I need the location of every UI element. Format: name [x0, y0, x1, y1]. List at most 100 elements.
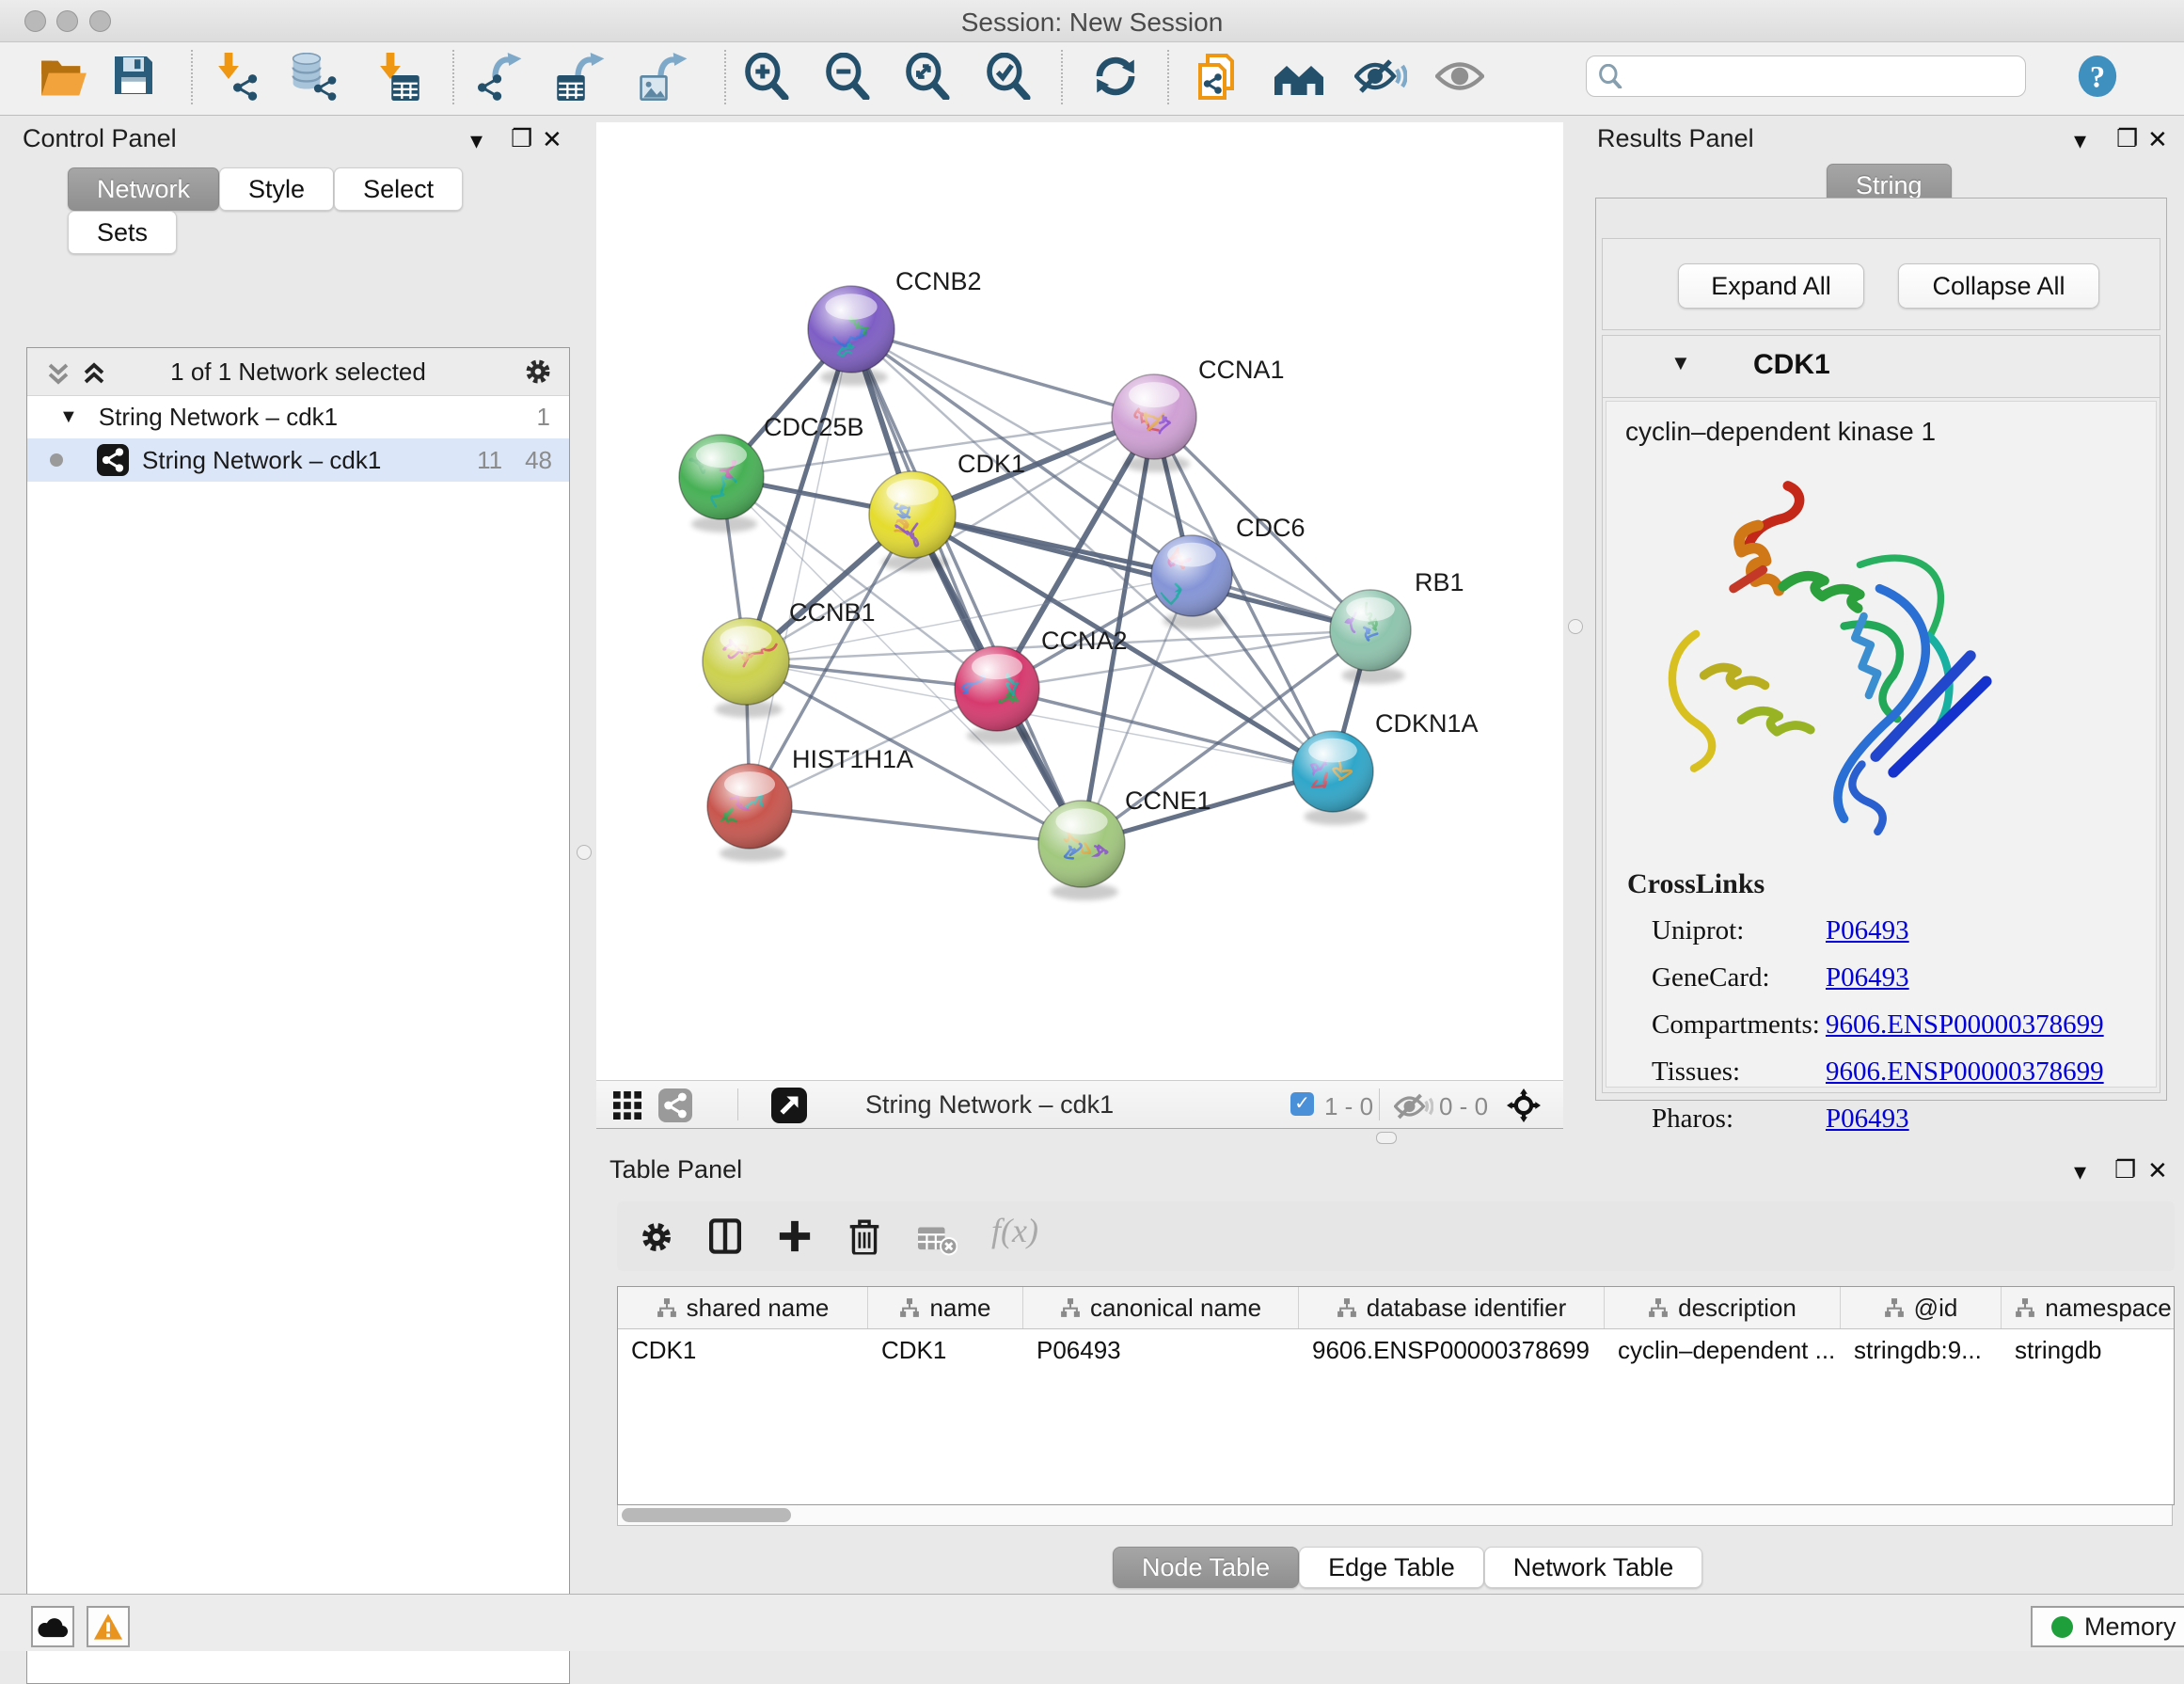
import-network-file-icon[interactable]	[214, 53, 263, 102]
crosslink-link[interactable]: P06493	[1826, 962, 1909, 993]
results-panel-float-icon[interactable]: ❐	[2116, 126, 2138, 151]
table-cell[interactable]: 9606.ENSP00000378699	[1299, 1329, 1605, 1371]
control-panel-float-icon[interactable]: ❐	[511, 126, 532, 151]
splitter-grip[interactable]	[577, 845, 592, 860]
column-header-databaseidentifier[interactable]: database identifier	[1299, 1287, 1605, 1328]
network-node-CDK1[interactable]: CDK1	[869, 450, 1025, 571]
open-session-icon[interactable]	[40, 53, 88, 102]
save-session-icon[interactable]	[111, 53, 160, 102]
expand-all-icon[interactable]	[82, 361, 106, 386]
cdk1-collapse-arrow-icon[interactable]: ▼	[1670, 351, 1691, 375]
tab-select[interactable]: Select	[334, 167, 463, 211]
column-header-description[interactable]: description	[1605, 1287, 1841, 1328]
network-row[interactable]: String Network – cdk1 11 48	[27, 438, 569, 482]
warnings-button[interactable]	[87, 1606, 130, 1647]
export-network-icon[interactable]	[476, 53, 525, 102]
network-options-gear-icon[interactable]	[524, 357, 552, 386]
collapse-all-icon[interactable]	[46, 361, 71, 386]
tab-sets[interactable]: Sets	[68, 211, 177, 254]
network-node-RB1[interactable]: RB1	[1330, 568, 1464, 684]
delete-column-icon[interactable]	[848, 1217, 880, 1255]
network-edge[interactable]	[851, 329, 1154, 417]
tab-style[interactable]: Style	[219, 167, 334, 211]
tab-network-table[interactable]: Network Table	[1484, 1547, 1703, 1588]
network-node-CDKN1A[interactable]: CDKN1A	[1292, 709, 1479, 825]
network-node-CCNB1[interactable]: CCNB1	[703, 598, 876, 718]
table-cell[interactable]: CDK1	[868, 1329, 1023, 1371]
network-collection-row[interactable]: ▼ String Network – cdk1 1	[27, 395, 569, 438]
column-header-name[interactable]: name	[868, 1287, 1023, 1328]
apply-layout-icon[interactable]	[1092, 53, 1141, 102]
search-box[interactable]	[1586, 56, 2026, 97]
table-hscrollbar[interactable]	[617, 1505, 2173, 1526]
crosslink-link[interactable]: P06493	[1826, 1104, 1909, 1135]
zoom-in-icon[interactable]	[743, 53, 792, 102]
zoom-selected-icon[interactable]	[985, 53, 1034, 102]
results-panel-menu-icon[interactable]: ▾	[2074, 128, 2086, 152]
column-header-canonicalname[interactable]: canonical name	[1023, 1287, 1299, 1328]
crosslink-link[interactable]: 9606.ENSP00000378699	[1826, 1009, 2104, 1041]
help-icon[interactable]	[2076, 55, 2119, 103]
first-neighbors-icon[interactable]	[1274, 59, 1322, 108]
hidden-eye-icon[interactable]	[1394, 1092, 1433, 1120]
table-cell[interactable]: P06493	[1023, 1329, 1299, 1371]
collapse-all-button[interactable]: Collapse All	[1898, 263, 2099, 309]
network-node-HIST1H1A[interactable]: HIST1H1A	[707, 745, 913, 862]
results-panel-close-icon[interactable]: ✕	[2147, 127, 2168, 151]
zoom-fit-icon[interactable]	[904, 53, 953, 102]
delete-table-icon[interactable]	[918, 1224, 957, 1256]
table-cell[interactable]: stringdb:9...	[1841, 1329, 2002, 1371]
toolbar-separator	[1167, 50, 1169, 104]
column-header-id[interactable]: @id	[1841, 1287, 2002, 1328]
network-node-CDC6[interactable]: CDC6	[1151, 514, 1306, 629]
expand-all-button[interactable]: Expand All	[1678, 263, 1864, 309]
network-node-CCNE1[interactable]: CCNE1	[1038, 786, 1211, 900]
network-canvas[interactable]: CCNB2CCNA1CDC25BCDK1CDC6RB1CCNB1CCNA2CDK…	[596, 122, 1563, 1080]
crosslink-link[interactable]: 9606.ENSP00000378699	[1826, 1056, 2104, 1088]
crosslink-link[interactable]: P06493	[1826, 915, 1909, 946]
column-header-sharedname[interactable]: shared name	[618, 1287, 868, 1328]
table-panel-float-icon[interactable]: ❐	[2114, 1157, 2136, 1182]
control-panel-close-icon[interactable]: ✕	[542, 127, 562, 151]
show-all-icon[interactable]	[1435, 59, 1484, 108]
column-header-namespace[interactable]: namespace	[2002, 1287, 2175, 1328]
string-app-icon[interactable]	[658, 1088, 692, 1122]
import-network-database-icon[interactable]	[290, 53, 339, 102]
network-node-CCNA1[interactable]: CCNA1	[1112, 356, 1285, 472]
network-current-bullet	[50, 453, 63, 467]
export-table-icon[interactable]	[557, 53, 606, 102]
network-edge[interactable]	[750, 329, 851, 806]
search-input[interactable]	[1622, 62, 2002, 90]
import-table-file-icon[interactable]	[374, 53, 423, 102]
collection-expand-arrow-icon[interactable]: ▼	[59, 406, 78, 428]
table-cell[interactable]: CDK1	[618, 1329, 868, 1371]
table-panel-menu-icon[interactable]: ▾	[2074, 1159, 2086, 1184]
table-cell[interactable]: cyclin–dependent ...	[1605, 1329, 1841, 1371]
hide-selected-icon[interactable]	[1354, 57, 1403, 106]
tab-network[interactable]: Network	[68, 167, 219, 211]
table-hscroll-thumb[interactable]	[622, 1508, 791, 1522]
table-panel-close-icon[interactable]: ✕	[2147, 1158, 2168, 1183]
memory-button[interactable]: Memory	[2031, 1606, 2184, 1647]
export-image-icon[interactable]	[640, 53, 688, 102]
network-edge[interactable]	[750, 806, 1082, 844]
network-graph[interactable]: CCNB2CCNA1CDC25BCDK1CDC6RB1CCNB1CCNA2CDK…	[596, 122, 1563, 1080]
splitter-grip[interactable]	[1568, 619, 1583, 634]
table-cell[interactable]: stringdb	[2002, 1329, 2175, 1371]
tab-node-table[interactable]: Node Table	[1113, 1547, 1299, 1588]
cloud-status-button[interactable]	[31, 1606, 74, 1647]
table-row[interactable]: CDK1CDK1P064939606.ENSP00000378699cyclin…	[618, 1329, 2174, 1371]
zoom-out-icon[interactable]	[824, 53, 873, 102]
tab-edge-table[interactable]: Edge Table	[1299, 1547, 1484, 1588]
detach-view-icon[interactable]	[771, 1088, 807, 1123]
add-column-icon[interactable]	[779, 1220, 811, 1252]
selected-checkbox-icon[interactable]: ✓	[1290, 1092, 1314, 1116]
birdseye-position-icon[interactable]	[1507, 1088, 1541, 1122]
grid-view-icon[interactable]	[613, 1091, 641, 1120]
table-options-gear-icon[interactable]	[640, 1220, 673, 1254]
show-columns-icon[interactable]	[709, 1218, 741, 1254]
function-builder-icon[interactable]: f(x)	[991, 1211, 1038, 1250]
toolbar-separator	[191, 50, 193, 104]
duplicate-network-icon[interactable]	[1196, 53, 1245, 102]
control-panel-menu-icon[interactable]: ▾	[470, 128, 483, 152]
